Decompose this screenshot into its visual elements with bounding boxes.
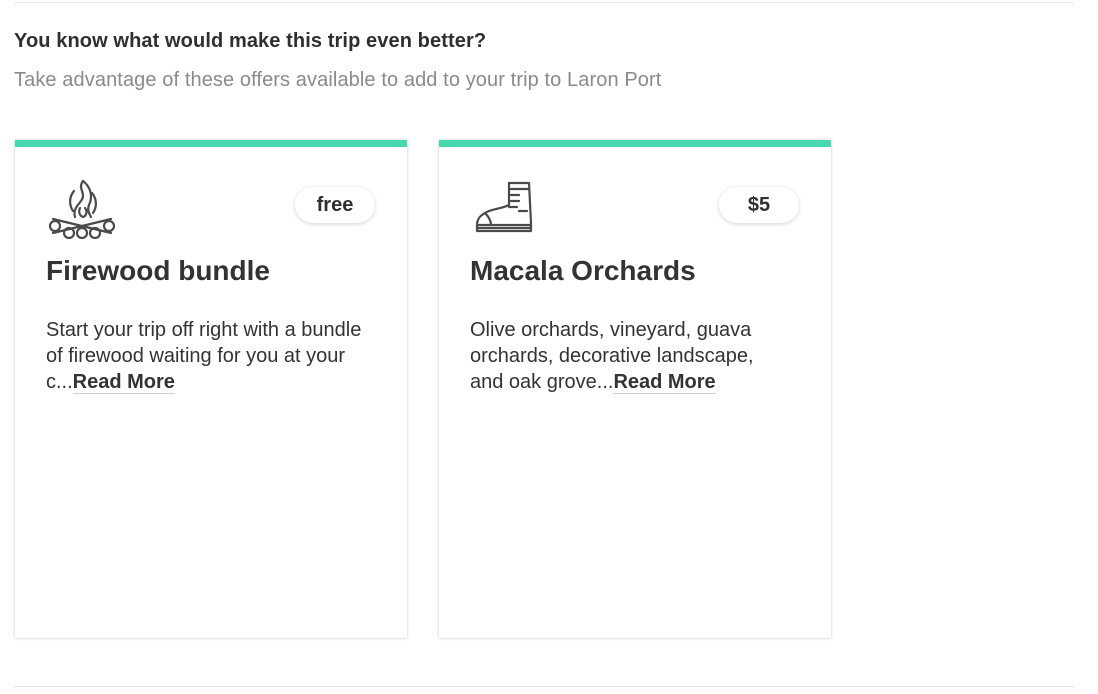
- bottom-divider: [14, 686, 1074, 687]
- offer-title: Macala Orchards: [470, 255, 696, 286]
- price-badge: $5: [719, 187, 799, 223]
- offer-title: Firewood bundle: [46, 255, 270, 286]
- offer-card[interactable]: $5 Macala Orchards Olive orchards, viney…: [439, 140, 831, 638]
- section-heading: You know what would make this trip even …: [14, 30, 487, 52]
- read-more-link[interactable]: Read More: [72, 371, 175, 394]
- price-badge: free: [295, 187, 375, 223]
- hiking-boot-icon: [471, 175, 541, 239]
- offer-card[interactable]: free Firewood bundle Start your trip off…: [15, 140, 407, 638]
- offer-description: Olive orchards, vineyard, guava orchards…: [470, 317, 790, 395]
- top-divider: [14, 2, 1074, 3]
- campfire-icon: [47, 175, 117, 239]
- read-more-link[interactable]: Read More: [613, 371, 716, 394]
- offer-description: Start your trip off right with a bundle …: [46, 317, 366, 395]
- section-subheading: Take advantage of these offers available…: [14, 69, 662, 91]
